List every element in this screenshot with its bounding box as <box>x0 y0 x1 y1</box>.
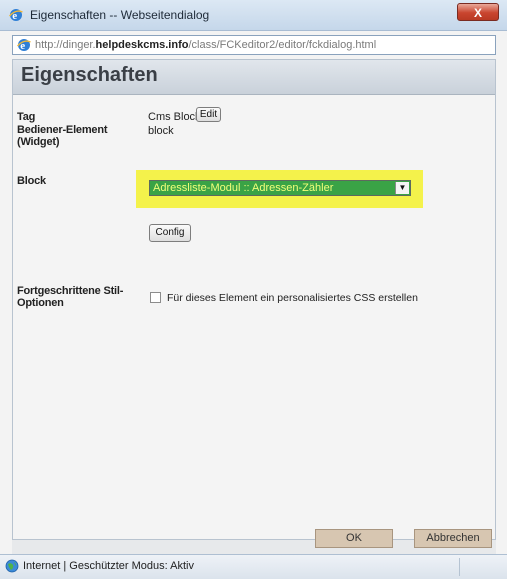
cancel-button[interactable]: Abbrechen <box>414 529 492 548</box>
custom-css-checkbox-label: Für dieses Element ein personalisiertes … <box>167 292 418 304</box>
dialog-window: e Eigenschaften -- Webseitendialog X e h… <box>0 0 507 579</box>
window-title: Eigenschaften -- Webseitendialog <box>30 8 210 22</box>
address-url: http://dinger.helpdeskcms.info/class/FCK… <box>35 39 376 51</box>
ok-button[interactable]: OK <box>315 529 393 548</box>
dialog-heading: Eigenschaften <box>21 64 158 86</box>
custom-css-checkbox[interactable] <box>150 292 161 303</box>
close-button[interactable]: X <box>457 3 499 21</box>
widget-label: Bediener-Element (Widget) <box>17 124 108 148</box>
advanced-style-label-line2: Optionen <box>17 297 64 309</box>
tag-value: Cms Block <box>148 111 201 123</box>
block-label: Block <box>17 175 46 187</box>
widget-value: block <box>148 125 174 137</box>
url-prefix: http://dinger. <box>35 39 96 51</box>
dialog-header: Eigenschaften <box>13 60 495 95</box>
edit-button[interactable]: Edit <box>196 107 221 122</box>
block-select[interactable]: Adressliste-Modul :: Adressen-Zähler ▼ <box>149 180 411 196</box>
config-button[interactable]: Config <box>149 224 191 242</box>
status-bar: Internet | Geschützter Modus: Aktiv <box>0 554 507 579</box>
internet-explorer-icon: e <box>9 9 23 22</box>
url-host: helpdeskcms.info <box>95 39 189 51</box>
chevron-down-icon[interactable]: ▼ <box>395 182 409 194</box>
advanced-style-label: Fortgeschrittene Stil- Optionen <box>17 285 123 309</box>
widget-label-line2: (Widget) <box>17 136 60 148</box>
block-select-value: Adressliste-Modul :: Adressen-Zähler <box>153 182 334 194</box>
internet-explorer-icon: e <box>17 39 31 52</box>
tag-label: Tag <box>17 111 36 123</box>
widget-label-line1: Bediener-Element <box>17 124 108 136</box>
status-text: Internet | Geschützter Modus: Aktiv <box>23 560 194 572</box>
url-path: /class/FCKeditor2/editor/fckdialog.html <box>188 39 377 51</box>
title-bar: e Eigenschaften -- Webseitendialog X <box>0 0 507 31</box>
advanced-style-label-line1: Fortgeschrittene Stil- <box>17 285 124 297</box>
globe-icon <box>5 559 19 573</box>
status-separator <box>459 558 460 576</box>
address-bar: e http://dinger.helpdeskcms.info/class/F… <box>12 35 496 55</box>
dialog-content: Eigenschaften Tag Cms Block Edit Bediene… <box>12 59 496 540</box>
